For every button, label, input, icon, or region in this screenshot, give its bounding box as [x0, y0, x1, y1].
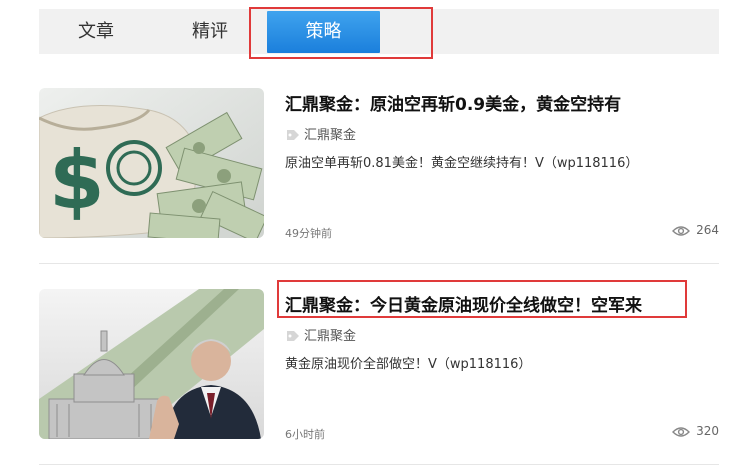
article-time: 6小时前 [285, 428, 325, 441]
tag-icon [286, 129, 300, 145]
tab-articles[interactable]: 文章 [39, 9, 153, 54]
article-views: 320 [672, 424, 719, 441]
article-summary: 黄金原油现价全部做空！V（wp118116） [285, 357, 532, 372]
svg-text:$: $ [49, 134, 105, 227]
article-source-label: 汇鼎聚金 [304, 128, 357, 143]
tab-highlight-box [249, 7, 433, 59]
article-title[interactable]: 汇鼎聚金：原油空再斩0.9美金，黄金空持有 [285, 90, 621, 115]
money-bag-image[interactable]: $ [39, 88, 264, 238]
article-views: 264 [672, 223, 719, 240]
title-highlight-box [277, 280, 687, 318]
article-item[interactable]: $ 汇鼎聚金：原油空再斩0.9美金，黄金空持有 汇鼎聚金 原油空单再斩0.81美… [39, 88, 719, 264]
article-time: 49分钟前 [285, 227, 332, 240]
article-summary: 原油空单再斩0.81美金！黄金空继续持有！V（wp118116） [285, 156, 639, 171]
view-count: 320 [696, 424, 719, 438]
article-source-label: 汇鼎聚金 [304, 329, 357, 344]
eye-icon [672, 225, 691, 240]
eye-icon [672, 426, 691, 441]
tag-icon [286, 330, 300, 346]
view-count: 264 [696, 223, 719, 237]
capitol-fed-chair-image[interactable] [39, 289, 264, 439]
article-source[interactable]: 汇鼎聚金 [286, 325, 356, 346]
article-source[interactable]: 汇鼎聚金 [286, 124, 356, 145]
